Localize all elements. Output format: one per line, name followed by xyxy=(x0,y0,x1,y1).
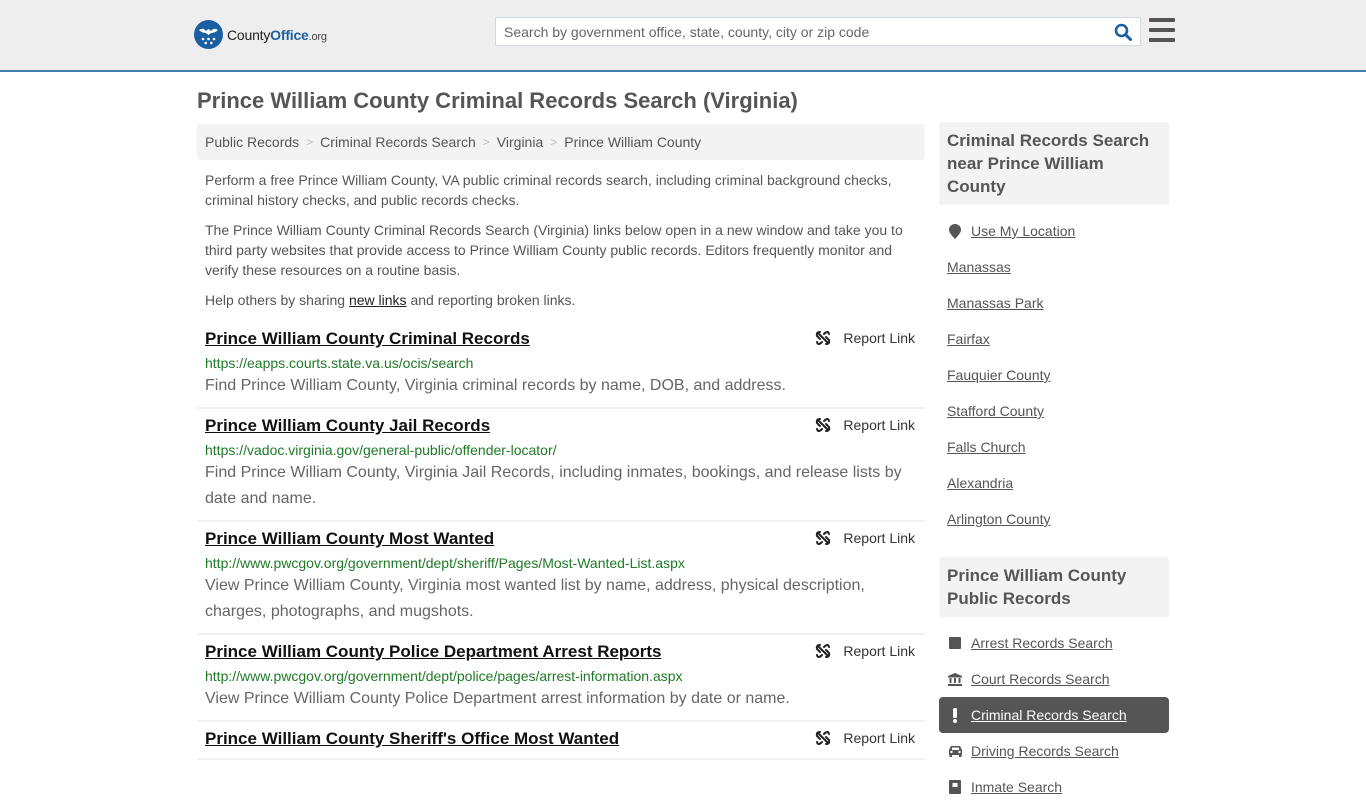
report-link-button[interactable]: Report Link xyxy=(815,643,915,659)
intro-paragraph-2: The Prince William County Criminal Recor… xyxy=(205,222,903,278)
result-url: http://www.pwcgov.org/government/dept/sh… xyxy=(205,555,685,571)
public-records-item: Court Records Search xyxy=(939,661,1169,697)
search-input[interactable] xyxy=(496,18,1106,45)
criminal-records-search-link[interactable]: Criminal Records Search xyxy=(971,707,1127,723)
new-links-link[interactable]: new links xyxy=(349,292,407,308)
driving-records-search-link[interactable]: Driving Records Search xyxy=(971,743,1119,759)
nearby-link-falls-church[interactable]: Falls Church xyxy=(947,439,1026,455)
nearby-link-alexandria[interactable]: Alexandria xyxy=(947,475,1013,491)
report-link-button[interactable]: Report Link xyxy=(815,330,915,346)
broken-link-icon xyxy=(816,531,831,545)
search-icon xyxy=(1114,23,1132,41)
intro-text-before: Help others by sharing xyxy=(205,292,349,308)
inmate-icon xyxy=(947,780,963,794)
breadcrumb-separator: > xyxy=(306,135,314,149)
report-link-button[interactable]: Report Link xyxy=(815,417,915,433)
site-header: CountyOffice.org xyxy=(0,0,1366,72)
result-title-link[interactable]: Prince William County Police Department … xyxy=(205,641,661,663)
report-link-label: Report Link xyxy=(843,643,915,659)
use-my-location-link[interactable]: Use My Location xyxy=(971,223,1075,239)
report-link-label: Report Link xyxy=(843,530,915,546)
nearby-item: Alexandria xyxy=(939,465,1169,501)
map-marker-icon xyxy=(947,223,963,239)
search-button[interactable] xyxy=(1106,18,1140,45)
result-title-link[interactable]: Prince William County Jail Records xyxy=(205,415,490,437)
breadcrumb-separator: > xyxy=(550,135,558,149)
report-link-label: Report Link xyxy=(843,330,915,346)
results-list: Prince William County Criminal Records R… xyxy=(197,322,925,760)
result-item: Prince William County Most Wanted Report… xyxy=(197,522,925,635)
exclamation-icon xyxy=(947,707,963,723)
breadcrumb-prince-william-county[interactable]: Prince William County xyxy=(564,134,701,150)
hamburger-menu-icon[interactable] xyxy=(1149,18,1175,42)
public-records-item: Arrest Records Search xyxy=(939,625,1169,661)
result-description: Find Prince William County, Virginia Jai… xyxy=(205,464,902,507)
result-title-link[interactable]: Prince William County Most Wanted xyxy=(205,528,494,550)
nearby-link-fairfax[interactable]: Fairfax xyxy=(947,331,990,347)
nearby-link-stafford-county[interactable]: Stafford County xyxy=(947,403,1044,419)
breadcrumb: Public Records > Criminal Records Search… xyxy=(197,124,925,160)
result-url: https://vadoc.virginia.gov/general-publi… xyxy=(205,442,557,458)
nearby-link-arlington-county[interactable]: Arlington County xyxy=(947,511,1051,527)
result-url: https://eapps.courts.state.va.us/ocis/se… xyxy=(205,355,474,371)
inmate-search-link[interactable]: Inmate Search xyxy=(971,779,1062,795)
court-records-search-link[interactable]: Court Records Search xyxy=(971,671,1110,687)
result-title-link[interactable]: Prince William County Sheriff's Office M… xyxy=(205,728,619,750)
report-link-button[interactable]: Report Link xyxy=(815,530,915,546)
intro-text: Perform a free Prince William County, VA… xyxy=(197,170,925,310)
nearby-item: Falls Church xyxy=(939,429,1169,465)
nearby-item: Fauquier County xyxy=(939,357,1169,393)
public-records-item-active: Criminal Records Search xyxy=(939,697,1169,733)
nearby-item: Fairfax xyxy=(939,321,1169,357)
intro-text-after: and reporting broken links. xyxy=(406,292,576,308)
public-records-heading: Prince William County Public Records xyxy=(939,557,1169,617)
result-item: Prince William County Police Department … xyxy=(197,635,925,722)
nearby-item: Arlington County xyxy=(939,501,1169,537)
broken-link-icon xyxy=(816,331,831,345)
nearby-list: Use My Location Manassas Manassas Park F… xyxy=(939,205,1169,537)
result-item: Prince William County Criminal Records R… xyxy=(197,322,925,409)
square-icon xyxy=(947,637,963,649)
arrest-records-search-link[interactable]: Arrest Records Search xyxy=(971,635,1113,651)
breadcrumb-criminal-records-search[interactable]: Criminal Records Search xyxy=(320,134,476,150)
breadcrumb-public-records[interactable]: Public Records xyxy=(205,134,299,150)
broken-link-icon xyxy=(816,731,831,745)
sidebar: Criminal Records Search near Prince Will… xyxy=(939,122,1169,805)
result-item: Prince William County Sheriff's Office M… xyxy=(197,722,925,760)
courthouse-icon xyxy=(947,672,963,686)
logo-eagle-icon xyxy=(194,20,223,49)
result-description: View Prince William County, Virginia mos… xyxy=(205,577,865,620)
result-title-link[interactable]: Prince William County Criminal Records xyxy=(205,328,530,350)
nearby-item: Stafford County xyxy=(939,393,1169,429)
breadcrumb-separator: > xyxy=(482,135,490,149)
nearby-link-manassas-park[interactable]: Manassas Park xyxy=(947,295,1043,311)
public-records-item: Driving Records Search xyxy=(939,733,1169,769)
nearby-item: Manassas xyxy=(939,249,1169,285)
nearby-link-manassas[interactable]: Manassas xyxy=(947,259,1011,275)
car-icon xyxy=(947,745,963,757)
nearby-link-fauquier-county[interactable]: Fauquier County xyxy=(947,367,1051,383)
public-records-list: Arrest Records Search Court Records Sear… xyxy=(939,617,1169,805)
intro-paragraph-1: Perform a free Prince William County, VA… xyxy=(205,172,892,208)
result-item: Prince William County Jail Records Repor… xyxy=(197,409,925,522)
result-description: View Prince William County Police Depart… xyxy=(205,690,790,707)
report-link-label: Report Link xyxy=(843,417,915,433)
search-box xyxy=(495,17,1141,46)
intro-paragraph-3: Help others by sharing new links and rep… xyxy=(205,290,917,310)
breadcrumb-virginia[interactable]: Virginia xyxy=(497,134,543,150)
logo-text: CountyOffice.org xyxy=(227,26,327,43)
broken-link-icon xyxy=(816,644,831,658)
nearby-item: Manassas Park xyxy=(939,285,1169,321)
report-link-button[interactable]: Report Link xyxy=(815,730,915,746)
site-logo[interactable]: CountyOffice.org xyxy=(194,20,327,49)
result-url: http://www.pwcgov.org/government/dept/po… xyxy=(205,668,683,684)
use-my-location-item: Use My Location xyxy=(939,213,1169,249)
result-description: Find Prince William County, Virginia cri… xyxy=(205,377,786,394)
nearby-heading: Criminal Records Search near Prince Will… xyxy=(939,122,1169,205)
main-content: Public Records > Criminal Records Search… xyxy=(197,124,925,760)
broken-link-icon xyxy=(816,418,831,432)
public-records-item: Inmate Search xyxy=(939,769,1169,805)
report-link-label: Report Link xyxy=(843,730,915,746)
page-title: Prince William County Criminal Records S… xyxy=(197,88,798,113)
